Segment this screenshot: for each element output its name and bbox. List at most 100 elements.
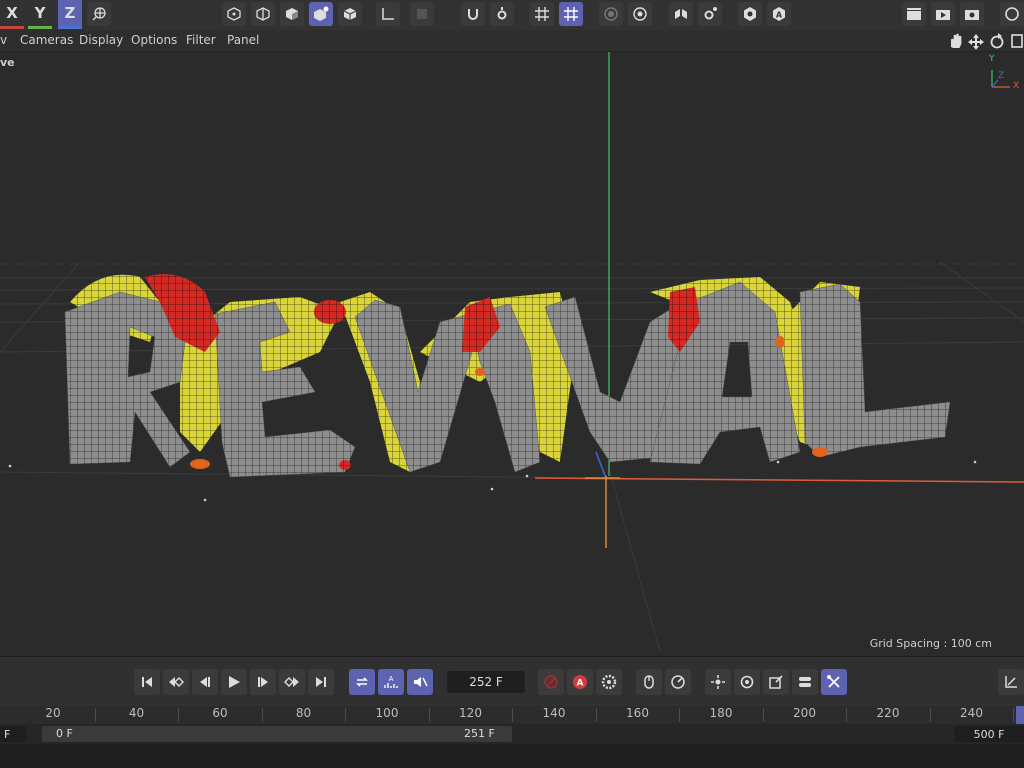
letter-l [799,283,951,458]
go-to-start-button[interactable] [134,669,160,695]
status-strip [0,744,1024,768]
next-frame-button[interactable] [250,669,276,695]
axis-icon [382,8,394,20]
render-view-button[interactable] [902,2,926,26]
ruler-tick [929,708,931,722]
axis-mode-button[interactable] [376,2,400,26]
record-scale-button[interactable] [763,669,789,695]
next-key-button[interactable] [279,669,305,695]
auto-button[interactable]: A [767,2,791,26]
range-start-left[interactable]: F [0,726,26,742]
render-region-button[interactable] [599,2,623,26]
ruler-label: 180 [709,706,733,720]
play-button[interactable] [221,669,247,695]
render-picture-viewer-button[interactable] [931,2,955,26]
grid-button[interactable] [530,2,554,26]
next-key-icon [284,677,299,687]
cube-object-icon [227,7,241,21]
snap-button[interactable] [461,2,485,26]
object-mode-button[interactable] [251,2,275,26]
ruler-label: 200 [793,706,816,720]
go-to-start-icon [142,677,152,687]
ruler-tick [595,708,597,722]
rotation-icon [740,675,754,689]
ruler-label: 120 [459,706,482,720]
previous-key-button[interactable] [163,669,189,695]
viewport-label: ve [0,56,15,69]
x-axis-lock-button[interactable]: X [0,0,24,29]
modeling-settings-button[interactable] [698,2,722,26]
viewport-menubar: v Cameras Display Options Filter Panel [0,30,1024,52]
key-settings-button[interactable] [596,669,622,695]
mute-button[interactable] [407,669,433,695]
visibility-button[interactable] [738,2,762,26]
loop-button[interactable] [349,669,375,695]
grid-icon [535,7,549,21]
range-mid-label: 251 F [464,727,495,740]
timeline-expand-button[interactable] [998,669,1024,695]
perspective-viewport[interactable]: ve Y X Z Grid Spacing : 100 cm [0,52,1024,656]
animation-mode-button[interactable]: A [378,669,404,695]
ruler-tick [512,708,514,722]
autokey-button[interactable]: A [567,669,593,695]
motion-recorder-button[interactable] [636,669,662,695]
preview-range-bar: F 0 F 251 F 500 F [0,724,1024,744]
y-axis-lock-button[interactable]: Y [28,0,52,29]
menu-display[interactable]: Display [79,33,123,47]
menu-panel[interactable]: Panel [227,33,259,47]
previous-key-icon [169,677,184,687]
render-settings-button[interactable] [960,2,984,26]
render-settings-icon [965,10,979,20]
solo-button[interactable] [410,2,434,26]
ruler-label: 80 [295,706,312,720]
world-coordinates-button[interactable] [87,2,111,26]
grid-spacing-label: Grid Spacing : 100 cm [869,637,992,650]
viewport-settings-button[interactable] [628,2,652,26]
layout-icon [1005,7,1019,21]
go-to-end-button[interactable] [308,669,334,695]
menu-view[interactable]: v [0,33,7,47]
record-keys-button[interactable] [538,669,564,695]
ruler-tick [1013,708,1015,722]
maximize-view-icon[interactable] [1011,34,1023,48]
menu-cameras[interactable]: Cameras [20,33,73,47]
render-picture-viewer-icon [936,10,950,20]
symmetry-button[interactable] [669,2,693,26]
model-mode-button[interactable] [222,2,246,26]
current-frame-field[interactable]: 252 F [447,671,525,693]
render-view-icon [907,8,921,20]
z-axis-lock-button[interactable]: Z [58,0,82,29]
range-end-field[interactable]: 500 F [954,726,1024,742]
layout-button[interactable] [1000,2,1024,26]
menu-filter[interactable]: Filter [186,33,216,47]
record-rotation-button[interactable] [734,669,760,695]
record-parameter-button[interactable] [792,669,818,695]
animation-mode-icon: A [384,675,398,688]
rotate-camera-icon[interactable] [990,33,1004,49]
menu-options[interactable]: Options [131,33,177,47]
workplane-grid-button[interactable] [559,2,583,26]
move-camera-icon[interactable] [968,34,984,50]
snap-settings-button[interactable] [490,2,514,26]
edges-mode-button[interactable] [338,2,362,26]
previous-frame-button[interactable] [192,669,218,695]
points-mode-button[interactable] [309,2,333,26]
frame-ruler[interactable]: 20 40 60 80 100 120 140 160 180 200 220 240 [0,706,1024,724]
ruler-label: 160 [626,706,649,720]
workplane-grid-icon [564,7,578,21]
record-point-level-button[interactable] [821,669,847,695]
polygon-object-icon [256,7,270,21]
mouse-icon [644,675,654,689]
ruler-tick [345,708,347,722]
record-position-button[interactable] [705,669,731,695]
model-mode-icon [286,8,298,20]
letter-e [214,301,356,478]
ruler-label: 60 [212,706,228,720]
pan-hand-icon[interactable] [951,33,962,48]
timeline-settings-button[interactable] [665,669,691,695]
viewport-settings-icon [633,7,647,21]
texture-mode-button[interactable] [280,2,304,26]
playhead[interactable] [1016,706,1024,724]
range-slider[interactable]: 0 F 251 F [42,726,512,742]
position-icon [711,675,725,689]
